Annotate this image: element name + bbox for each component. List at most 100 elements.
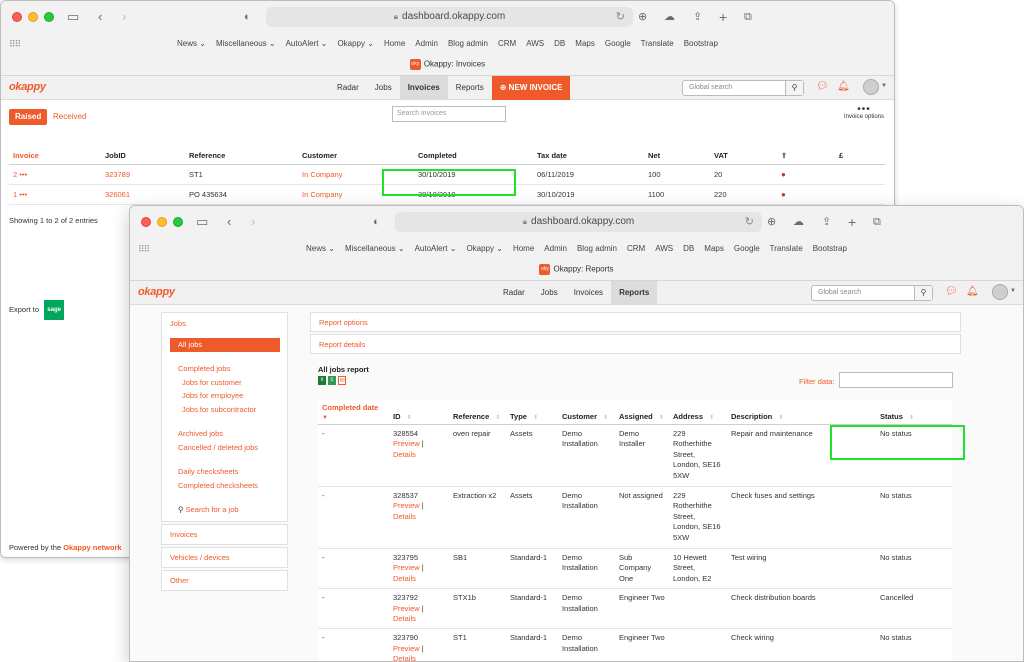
close-window-button[interactable] — [141, 217, 151, 227]
col-jobid[interactable]: JobID — [101, 148, 185, 165]
table-row[interactable]: -323792 Preview | Details STX1b Standard-1 De… — [318, 588, 952, 630]
okappy-network-link[interactable]: Okappy network — [63, 543, 121, 552]
cloud-icon[interactable]: ☁ — [664, 9, 675, 25]
bookmark-item[interactable]: News ⌄ — [177, 39, 206, 48]
tabs-overview-icon[interactable]: ⧉ — [873, 214, 881, 230]
bookmark-item[interactable]: AWS — [526, 39, 544, 48]
forward-icon[interactable]: › — [251, 214, 255, 230]
col-id[interactable]: ID ⬍ — [389, 400, 449, 425]
share-icon[interactable]: ⇪ — [693, 9, 702, 25]
address-bar[interactable]: 🔒︎ dashboard.okappy.com ↻ — [266, 7, 633, 27]
col-description[interactable]: Description ⬍ — [727, 400, 876, 425]
minimize-window-button[interactable] — [157, 217, 167, 227]
details-link[interactable]: Details — [393, 512, 445, 522]
bookmark-item[interactable]: Miscellaneous ⌄ — [216, 39, 276, 48]
avatar[interactable] — [992, 284, 1008, 300]
zoom-window-button[interactable] — [173, 217, 183, 227]
chat-icon[interactable]: 💬︎ — [816, 81, 829, 92]
table-row[interactable]: -323790 Preview | Details ST1 Standard-1 Demo… — [318, 628, 952, 661]
notification-icon[interactable]: 🔔︎ — [966, 286, 979, 297]
preview-link[interactable]: Preview — [393, 644, 420, 653]
col-type[interactable]: Type ⬍ — [506, 400, 558, 425]
bookmark-item[interactable]: Bootstrap — [813, 244, 847, 253]
csv-icon[interactable]: c — [328, 376, 336, 385]
details-link[interactable]: Details — [393, 574, 445, 584]
nav-radar[interactable]: Radar — [495, 281, 533, 305]
minimize-window-button[interactable] — [28, 12, 38, 22]
tab-title[interactable]: oky Okappy: Reports — [130, 264, 1023, 275]
sidebar-jobs-heading[interactable]: Jobs — [170, 319, 186, 328]
col-customer[interactable]: Customer ⬍ — [558, 400, 615, 425]
col-upload[interactable]: ⇪ — [777, 148, 835, 165]
bookmark-item[interactable]: Translate — [770, 244, 803, 253]
col-tax-date[interactable]: Tax date — [533, 148, 644, 165]
bookmark-item[interactable]: AutoAlert ⌄ — [286, 39, 328, 48]
new-tab-icon[interactable]: + — [719, 9, 727, 25]
invoice-number[interactable]: 1 ••• — [9, 184, 101, 205]
sidebar-toggle-icon[interactable]: ▭ — [67, 9, 79, 25]
search-invoices-input[interactable]: Search invoices — [392, 106, 506, 122]
bookmark-item[interactable]: Okappy ⌄ — [466, 244, 503, 253]
chevron-down-icon[interactable]: ▼ — [881, 83, 887, 89]
sidebar-item-completed-jobs[interactable]: Completed jobs — [178, 364, 230, 373]
preview-link[interactable]: Preview — [393, 501, 420, 510]
chat-icon[interactable]: 💬︎ — [945, 286, 958, 297]
sidebar-item-daily-checksheets[interactable]: Daily checksheets — [178, 467, 238, 476]
details-link[interactable]: Details — [393, 450, 445, 460]
preview-link[interactable]: Preview — [393, 604, 420, 613]
bookmark-item[interactable]: Bootstrap — [684, 39, 718, 48]
sidebar-item-completed-checksheets[interactable]: Completed checksheets — [178, 481, 258, 490]
sidebar-item-jobs-for-customer[interactable]: Jobs for customer — [182, 378, 242, 387]
sidebar-toggle-icon[interactable]: ▭ — [196, 214, 208, 230]
email-icon[interactable]: ✉ — [338, 376, 346, 385]
share-icon[interactable]: ⇪ — [822, 214, 831, 230]
address-bar[interactable]: 🔒︎ dashboard.okappy.com ↻ — [395, 212, 762, 232]
nav-reports[interactable]: Reports — [448, 76, 492, 100]
excel-icon[interactable]: x — [318, 376, 326, 385]
bookmark-item[interactable]: Maps — [704, 244, 724, 253]
global-search-input[interactable]: Global search ⚲ — [811, 285, 933, 301]
tabs-overview-icon[interactable]: ⧉ — [744, 9, 752, 25]
sidebar-item-invoices[interactable]: Invoices — [161, 524, 288, 545]
bookmark-item[interactable]: CRM — [627, 244, 645, 253]
col-completed[interactable]: Completed — [414, 148, 533, 165]
table-row[interactable]: -323795 Preview | Details SB1 Standard-1 Demo… — [318, 548, 952, 590]
nav-radar[interactable]: Radar — [329, 76, 367, 100]
preview-link[interactable]: Preview — [393, 439, 420, 448]
col-address[interactable]: Address ⬍ — [669, 400, 727, 425]
col-vat[interactable]: VAT — [710, 148, 777, 165]
col-paid[interactable]: £ — [835, 148, 885, 165]
bookmark-item[interactable]: AutoAlert ⌄ — [415, 244, 457, 253]
bookmark-item[interactable]: Okappy ⌄ — [337, 39, 374, 48]
invoice-options-button[interactable]: ••• Invoice options — [844, 105, 884, 121]
okappy-logo[interactable]: okappy — [9, 81, 46, 93]
tab-title[interactable]: oky Okappy: Invoices — [1, 59, 894, 70]
preview-link[interactable]: Preview — [393, 563, 420, 572]
reload-icon[interactable]: ↻ — [616, 7, 625, 27]
new-tab-icon[interactable]: + — [848, 214, 856, 230]
sidebar-item-other[interactable]: Other — [161, 570, 288, 591]
nav-jobs[interactable]: Jobs — [533, 281, 566, 305]
bookmark-item[interactable]: DB — [554, 39, 565, 48]
download-icon[interactable]: ⊕ — [638, 9, 647, 25]
bookmark-item[interactable]: AWS — [655, 244, 673, 253]
details-link[interactable]: Details — [393, 654, 445, 661]
search-icon[interactable]: ⚲ — [785, 81, 803, 95]
bookmark-item[interactable]: News ⌄ — [306, 244, 335, 253]
bookmark-item[interactable]: CRM — [498, 39, 516, 48]
bookmark-item[interactable]: Miscellaneous ⌄ — [345, 244, 405, 253]
cloud-icon[interactable]: ☁ — [793, 214, 804, 230]
details-link[interactable]: Details — [393, 614, 445, 624]
notification-icon[interactable]: 🔔︎ — [837, 81, 850, 92]
nav-invoices[interactable]: Invoices — [399, 76, 448, 100]
col-status[interactable]: Status ⬍ — [876, 400, 952, 425]
col-invoice[interactable]: Invoice — [9, 148, 101, 165]
sidebar-item-jobs-for-employee[interactable]: Jobs for employee — [182, 391, 243, 400]
filter-data-input[interactable] — [839, 372, 953, 388]
invoice-number[interactable]: 2 ••• — [9, 164, 101, 185]
report-details-panel[interactable]: Report details — [310, 334, 961, 354]
shield-icon[interactable]: ◐ — [373, 214, 380, 230]
sidebar-item-cancelled-jobs[interactable]: Cancelled / deleted jobs — [178, 443, 258, 452]
back-icon[interactable]: ‹ — [227, 214, 231, 230]
col-assigned[interactable]: Assigned ⬍ — [615, 400, 669, 425]
